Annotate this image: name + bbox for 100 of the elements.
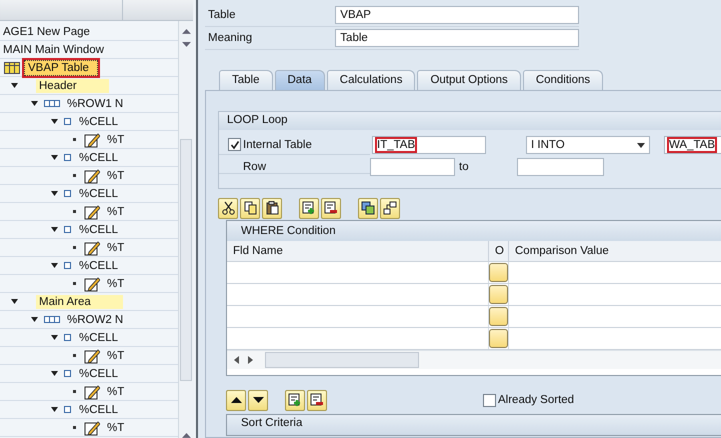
tree-item[interactable]: %CELL [76, 114, 121, 128]
table-title: WHERE Condition [227, 221, 721, 241]
expanded-triangle-icon[interactable] [30, 101, 38, 106]
pencil-note-icon [84, 168, 100, 184]
expanded-triangle-icon[interactable] [50, 191, 58, 196]
cell-icon [64, 190, 71, 197]
cell-icon [64, 370, 71, 377]
cell-icon [64, 226, 71, 233]
scroll-up-icon[interactable] [182, 433, 191, 438]
scroll-left-icon[interactable] [234, 356, 239, 364]
checkbox-label: Internal Table [243, 138, 312, 150]
pencil-note-icon [84, 420, 100, 436]
tab[interactable]: Table [219, 70, 272, 90]
scroll-thumb[interactable] [180, 138, 192, 382]
column-header[interactable]: Fld Name [227, 241, 489, 261]
tree-item[interactable]: %CELL [76, 186, 121, 200]
move-up-button[interactable] [226, 390, 246, 410]
tree-item[interactable]: %T [104, 384, 128, 398]
insert-row-button[interactable] [285, 390, 305, 410]
copy-button[interactable] [240, 198, 260, 218]
tree-item[interactable]: Header [36, 78, 109, 92]
expanded-triangle-icon[interactable] [10, 299, 18, 304]
vertical-scrollbar[interactable] [178, 21, 193, 438]
paste-button[interactable] [262, 198, 282, 218]
expanded-triangle-icon[interactable] [10, 83, 18, 88]
bullet-icon [72, 426, 76, 429]
tree-item[interactable]: %T [104, 168, 128, 182]
column-header[interactable]: Comparison Value [509, 241, 721, 261]
text-field[interactable]: VBAP [335, 6, 579, 24]
linked-squares-icon [383, 201, 397, 215]
tree-item[interactable]: %T [104, 132, 128, 146]
table-title: Sort Criteria [226, 414, 721, 436]
expanded-triangle-icon[interactable] [50, 335, 58, 340]
scroll-thumb[interactable] [265, 352, 419, 368]
scroll-up-icon[interactable] [182, 29, 191, 34]
tree-item[interactable]: %T [104, 204, 128, 218]
bullet-icon [72, 174, 76, 177]
cut-button[interactable] [218, 198, 238, 218]
tree-item[interactable]: %CELL [76, 366, 121, 380]
bullet-icon [72, 354, 76, 357]
tree-item[interactable]: %CELL [76, 402, 121, 416]
bullet-icon [72, 210, 76, 213]
operator-button[interactable] [489, 307, 508, 326]
dropdown[interactable]: I INTO [526, 136, 650, 154]
scroll-down-icon[interactable] [182, 42, 191, 47]
tree-item[interactable]: %CELL [76, 258, 121, 272]
tab[interactable]: Data [274, 70, 325, 90]
text-field[interactable] [517, 158, 604, 176]
field-label: Meaning [207, 32, 254, 44]
expanded-triangle-icon[interactable] [50, 371, 58, 376]
operator-button[interactable] [489, 285, 508, 304]
cell-icon [64, 406, 71, 413]
expanded-triangle-icon[interactable] [50, 263, 58, 268]
text-field[interactable] [370, 158, 455, 176]
tree-item[interactable]: %T [104, 240, 128, 254]
tab[interactable]: Conditions [522, 70, 604, 90]
scroll-right-icon[interactable] [248, 356, 253, 364]
tree-item[interactable]: %CELL [76, 150, 121, 164]
tree-item[interactable]: %T [104, 276, 128, 290]
tree-item[interactable]: %CELL [76, 330, 121, 344]
checkbox-label: Already Sorted [498, 394, 574, 406]
expanded-triangle-icon[interactable] [50, 155, 58, 160]
details-button[interactable] [380, 198, 400, 218]
tree-item[interactable]: %CELL [76, 222, 121, 236]
expanded-triangle-icon[interactable] [50, 227, 58, 232]
text-field[interactable]: Table [335, 29, 579, 47]
move-down-button[interactable] [248, 390, 268, 410]
clipboard-icon [266, 201, 278, 215]
expanded-triangle-icon[interactable] [30, 317, 38, 322]
operator-button[interactable] [489, 329, 508, 348]
delete-row-button[interactable] [307, 390, 327, 410]
down-triangle-icon [252, 397, 264, 403]
tree-item[interactable]: AGE1 New Page [0, 24, 93, 38]
tab[interactable]: Output Options [417, 70, 521, 90]
insert-row-icon [302, 201, 316, 215]
expanded-triangle-icon[interactable] [50, 407, 58, 412]
insert-row-button[interactable] [299, 198, 319, 218]
column-header[interactable]: O [489, 241, 509, 261]
tree-item[interactable]: Main Area [36, 294, 123, 308]
expanded-triangle-icon[interactable] [50, 119, 58, 124]
checkbox[interactable] [228, 138, 241, 151]
tree-item[interactable]: %T [104, 420, 128, 434]
operator-button[interactable] [489, 263, 508, 282]
tree-item[interactable]: %T [104, 348, 128, 362]
bullet-icon [72, 282, 76, 285]
tree-item[interactable]: VBAP Table [24, 60, 98, 76]
tree-item[interactable]: %ROW1 N [64, 96, 126, 110]
pencil-note-icon [84, 348, 100, 364]
pencil-note-icon [84, 276, 100, 292]
pencil-note-icon [84, 384, 100, 400]
text-field[interactable]: WA_TAB [664, 136, 721, 154]
pencil-note-icon [84, 204, 100, 220]
delete-row-button[interactable] [321, 198, 341, 218]
text-field[interactable]: IT_TAB [372, 136, 486, 154]
tab[interactable]: Calculations [326, 70, 416, 90]
checkbox[interactable] [483, 394, 496, 406]
tree-item[interactable]: MAIN Main Window [0, 42, 107, 56]
select-block-button[interactable] [358, 198, 378, 218]
field-value: WA_TAB [669, 139, 716, 151]
tree-item[interactable]: %ROW2 N [64, 312, 126, 326]
